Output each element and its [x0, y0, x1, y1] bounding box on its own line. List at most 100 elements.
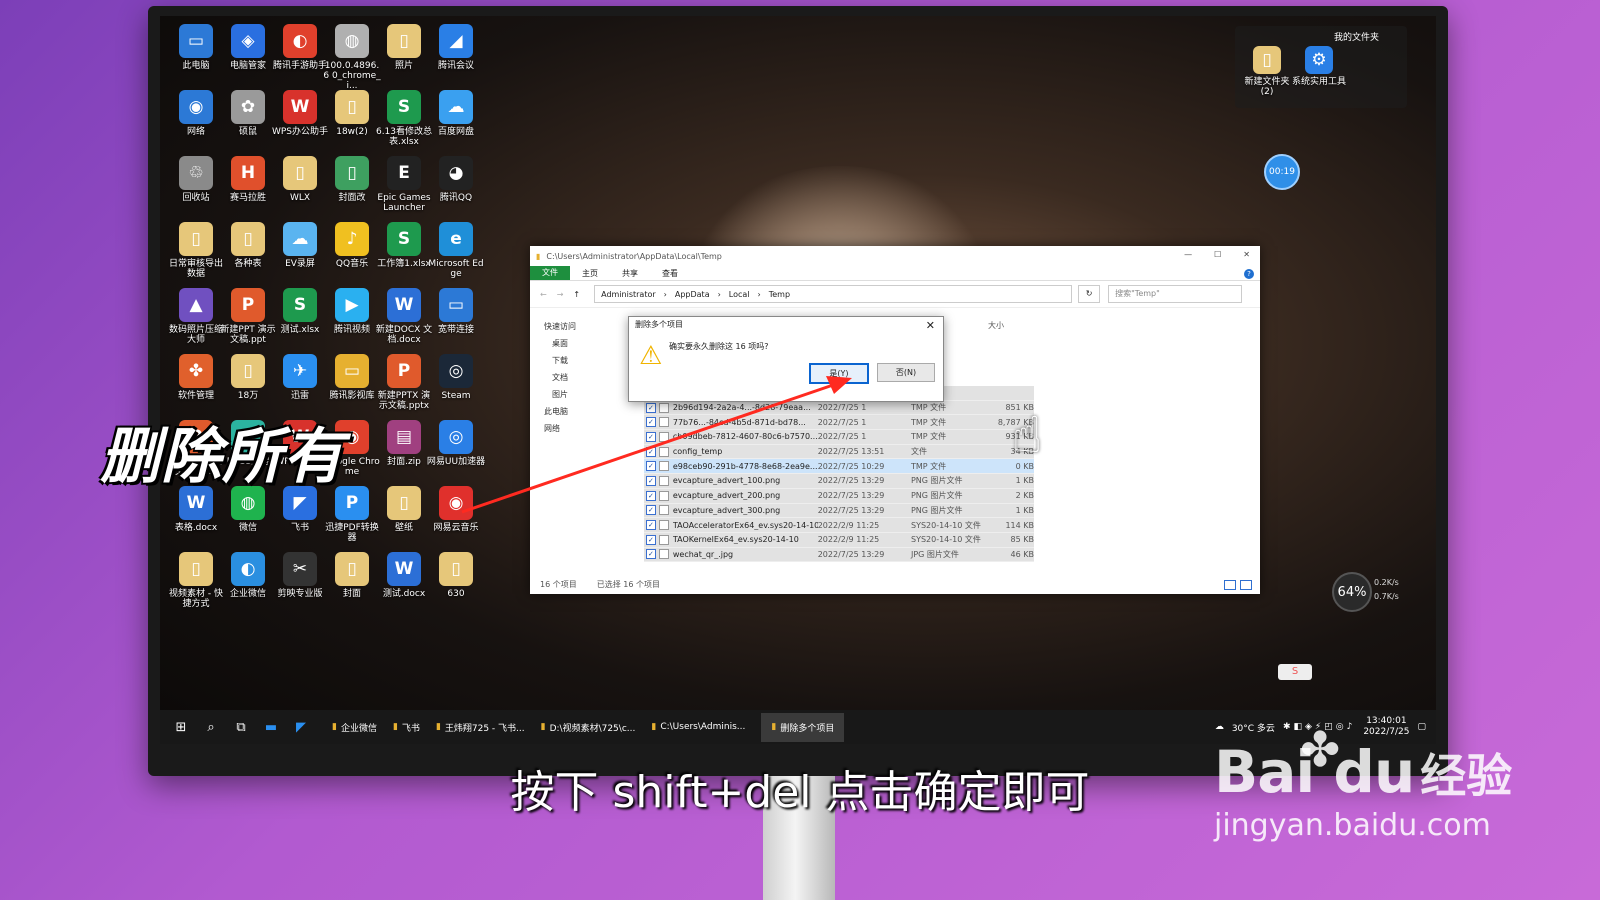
row-checkbox[interactable]: ✓ [646, 534, 656, 545]
desktop-icon[interactable]: ✤ 软件管理 [166, 354, 226, 401]
dialog-close-icon[interactable]: ✕ [926, 319, 935, 332]
network-monitor[interactable]: 64% 0.2K/s 0.7K/s [1332, 572, 1412, 612]
file-row[interactable]: ✓ 2b96d194-2a2a-4...-8d28-79eaa... 2022/7/… [644, 400, 1034, 416]
nav-item[interactable]: 此电脑 [530, 403, 622, 420]
tab-file[interactable]: 文件 [530, 266, 570, 280]
taskbar-app[interactable]: ▮ 飞书 [393, 721, 420, 734]
file-row[interactable]: ✓ TAOKernelEx64_ev.sys20-14-10 2022/2/9 11… [644, 532, 1034, 548]
file-row[interactable]: ✓ config_temp 2022/7/25 13:51 文件 34 KB [644, 444, 1034, 460]
yes-button[interactable]: 是(Y) [809, 363, 869, 384]
minimize-button[interactable]: — [1184, 250, 1192, 259]
desktop-icon[interactable]: ▯ 日常审核导出数据 [166, 222, 226, 279]
taskbar-app[interactable]: ▮ 删除多个项目 [761, 712, 845, 742]
file-row[interactable]: ✓ evcapture_advert_100.png 2022/7/25 13:29… [644, 474, 1034, 489]
file-row[interactable]: ✓ TAOAcceleratorEx64_ev.sys20-14-10 2022/2… [644, 518, 1034, 533]
file-row[interactable]: ✓ 77b76...-84cd-4b5d-871d-bd78... 2022/7/2… [644, 415, 1034, 431]
desktop-icon[interactable]: W WPS办公助手 [270, 90, 330, 137]
desktop-icon[interactable]: ▯ 封面改 [322, 156, 382, 203]
desktop-icon[interactable]: ▤ 封面.zip [374, 420, 434, 467]
search-icon[interactable]: ⌕ [196, 720, 226, 735]
clock[interactable]: 13:40:01 2022/7/25 [1363, 716, 1409, 738]
desktop-icon[interactable]: ◢ 腾讯会议 [426, 24, 486, 71]
taskbar-app[interactable]: ▮ 企业微信 [332, 721, 377, 734]
desktop-icon[interactable]: ♪ QQ音乐 [322, 222, 382, 269]
row-checkbox[interactable]: ✓ [646, 490, 656, 501]
column-header-size[interactable]: 大小 [988, 320, 1004, 331]
desktop-icon[interactable]: ◍ 100.0.4896.6 0_chrome_i... [322, 24, 382, 91]
row-checkbox[interactable]: ✓ [646, 402, 656, 413]
nav-item[interactable]: 快速访问 [530, 318, 622, 335]
desktop-icon[interactable]: ▯ 630 [426, 552, 486, 599]
desktop-icon[interactable]: ◎ Steam [426, 354, 486, 401]
taskbar-app[interactable]: ▮ 王炜翔725 - 飞书... [436, 721, 525, 734]
breadcrumb-0[interactable]: Administrator [601, 290, 656, 299]
folder-panel-item[interactable]: ▯ 新建文件夹 (2) [1239, 46, 1295, 97]
taskbar-app[interactable]: ▮ C:\Users\Adminis... [651, 722, 745, 732]
no-button[interactable]: 否(N) [877, 363, 935, 382]
desktop-icon[interactable]: ▭ 腾讯影视库 [322, 354, 382, 401]
desktop-icon[interactable]: ☁ 百度网盘 [426, 90, 486, 137]
breadcrumb-1[interactable]: AppData [675, 290, 710, 299]
desktop-icon[interactable]: ▯ WLX [270, 156, 330, 203]
close-button[interactable]: ✕ [1243, 250, 1250, 259]
nav-item[interactable]: 桌面 [530, 335, 622, 352]
desktop-icon[interactable]: ▯ 壁纸 [374, 486, 434, 533]
desktop-icon[interactable]: W 新建DOCX 文档.docx [374, 288, 434, 345]
forward-icon[interactable]: → [557, 290, 564, 299]
row-checkbox[interactable]: ✓ [646, 431, 656, 442]
tiles-view-icon[interactable] [1240, 580, 1252, 590]
feishu-pin-icon[interactable]: ◤ [286, 720, 316, 735]
weather-text[interactable]: 30°C 多云 [1232, 721, 1275, 734]
row-checkbox[interactable]: ✓ [646, 549, 656, 560]
desktop-icon[interactable]: ✈ 迅雷 [270, 354, 330, 401]
taskbar-app[interactable]: ▮ D:\视频素材\725\c... [541, 721, 636, 734]
back-icon[interactable]: ← [540, 290, 547, 299]
row-checkbox[interactable]: ✓ [646, 417, 656, 428]
desktop-icon[interactable]: H 赛马拉胜 [218, 156, 278, 203]
desktop-icon[interactable]: ◕ 腾讯QQ [426, 156, 486, 203]
tab-share[interactable]: 共享 [610, 268, 650, 279]
desktop-icon[interactable]: S 测试.xlsx [270, 288, 330, 335]
task-view-icon[interactable]: ⧉ [226, 720, 256, 735]
explorer-titlebar[interactable]: ▮ C:\Users\Administrator\AppData\Local\T… [530, 246, 1260, 266]
row-checkbox[interactable]: ✓ [646, 446, 656, 457]
folder-panel-item[interactable]: ⚙ 系统实用工具 [1291, 46, 1347, 87]
desktop-icon[interactable]: ◉ 网络 [166, 90, 226, 137]
file-row[interactable]: ✓ evcapture_advert_200.png 2022/7/25 13:29… [644, 488, 1034, 504]
weather-icon[interactable]: ☁ [1215, 722, 1224, 732]
details-view-icon[interactable] [1224, 580, 1236, 590]
breadcrumb-3[interactable]: Temp [769, 290, 790, 299]
desktop-icon[interactable]: e Microsoft Edge [426, 222, 486, 279]
maximize-button[interactable]: ☐ [1214, 250, 1221, 259]
desktop-icon[interactable]: ▭ 此电脑 [166, 24, 226, 71]
file-row[interactable]: ✓ wechat_qr_.jpg 2022/7/25 13:29 JPG 图片文件 46… [644, 547, 1034, 563]
search-input[interactable]: 搜索"Temp" [1108, 285, 1243, 303]
address-bar[interactable]: Administrator › AppData › Local › Temp [594, 285, 1073, 303]
nav-item[interactable]: 网络 [530, 420, 622, 437]
nav-item[interactable]: 文档 [530, 369, 622, 386]
file-row[interactable]: ✓ evcapture_advert_300.png 2022/7/25 13:29… [644, 503, 1034, 519]
desktop-icon[interactable]: ✂ 剪映专业版 [270, 552, 330, 599]
notification-icon[interactable]: ▢ [1417, 722, 1426, 732]
row-checkbox[interactable]: ✓ [646, 520, 656, 531]
desktop-icon[interactable]: ▯ 18万 [218, 354, 278, 401]
desktop-icon[interactable]: ✿ 硕鼠 [218, 90, 278, 137]
file-row[interactable]: ✓ e98ceb90-291b-4778-8e68-2ea9e... 2022/7/… [644, 459, 1034, 475]
desktop-icon[interactable]: E Epic Games Launcher [374, 156, 434, 213]
start-icon[interactable]: ⊞ [166, 720, 196, 735]
tab-view[interactable]: 查看 [650, 268, 690, 279]
file-row[interactable]: ✓ cb09dbeb-7812-4607-80c6-b7570... 2022/7/… [644, 430, 1034, 445]
mail-icon[interactable]: ▬ [256, 720, 286, 735]
refresh-button[interactable]: ↻ [1078, 285, 1101, 303]
row-checkbox[interactable]: ✓ [646, 461, 656, 472]
desktop-icon[interactable]: ▲ 数码照片压缩大师 [166, 288, 226, 345]
tab-home[interactable]: 主页 [570, 268, 610, 279]
tray-widget-icon[interactable]: S [1278, 664, 1312, 680]
desktop-icon[interactable]: P 新建PPT 演示文稿.ppt [218, 288, 278, 345]
desktop-icon[interactable]: ▯ 18w(2) [322, 90, 382, 137]
desktop-icon[interactable]: P 新建PPTX 演示文稿.pptx [374, 354, 434, 411]
breadcrumb-2[interactable]: Local [729, 290, 750, 299]
nav-item[interactable]: 下载 [530, 352, 622, 369]
desktop-icon[interactable]: S 工作簿1.xlsx [374, 222, 434, 269]
desktop-icon[interactable]: S 6.13看修改总表.xlsx [374, 90, 434, 147]
